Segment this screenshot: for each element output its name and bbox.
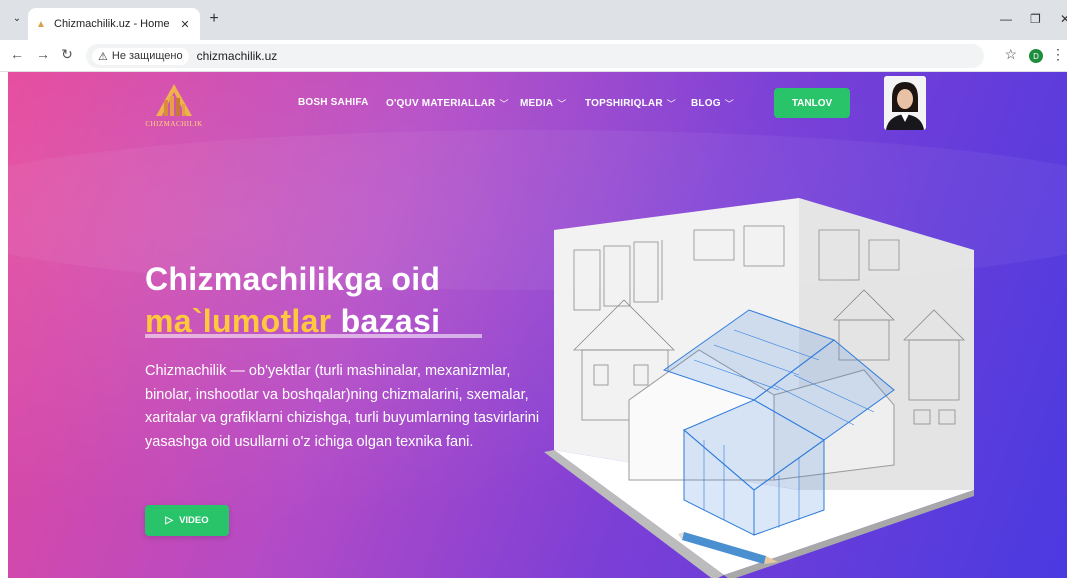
- nav-label: O'QUV MATERIALLAR: [386, 98, 496, 109]
- window-close-icon[interactable]: ✕: [1060, 12, 1067, 26]
- minimize-icon[interactable]: —: [1000, 12, 1012, 26]
- logo-icon: [156, 84, 192, 116]
- nav-label: MEDIA: [520, 98, 554, 109]
- security-chip[interactable]: ⚠ Не защищено: [92, 47, 189, 65]
- user-photo: [884, 76, 926, 130]
- address-bar[interactable]: ⚠ Не защищено chizmachilik.uz: [86, 44, 984, 68]
- browser-toolbar: ← → ↻ ⚠ Не защищено chizmachilik.uz ☆ D …: [0, 40, 1067, 72]
- restore-icon[interactable]: ❐: [1030, 12, 1041, 26]
- kebab-icon[interactable]: ⋮: [1051, 46, 1065, 63]
- site-logo[interactable]: CHIZMACHILIK: [138, 80, 210, 134]
- close-icon[interactable]: ✕: [178, 18, 192, 31]
- nav-bosh-sahifa[interactable]: BOSH SAHIFA: [298, 97, 369, 108]
- plus-icon[interactable]: +: [204, 10, 224, 28]
- play-icon: ▷: [165, 515, 174, 526]
- video-button[interactable]: ▷ VIDEO: [145, 505, 229, 536]
- url-text[interactable]: chizmachilik.uz: [197, 49, 278, 63]
- nav-label: TOPSHIRIQLAR: [585, 98, 663, 109]
- star-icon[interactable]: ☆: [1004, 46, 1017, 63]
- chevron-down-icon: ﹀: [666, 99, 676, 109]
- nav-blog[interactable]: BLOG ﹀: [691, 97, 734, 110]
- house-blueprint-illustration: [544, 198, 974, 578]
- logo-text: CHIZMACHILIK: [145, 120, 203, 128]
- forward-icon[interactable]: →: [34, 46, 52, 62]
- title-underline: [145, 334, 482, 338]
- nav-label: BLOG: [691, 98, 721, 109]
- tab-title: Chizmachilik.uz - Home: [54, 18, 170, 30]
- browser-tab-bar: ⌄ ▲ Chizmachilik.uz - Home ✕ + — ❐ ✕: [0, 0, 1067, 40]
- page-content: CHIZMACHILIK BOSH SAHIFA O'QUV MATERIALL…: [8, 72, 1067, 578]
- browser-tab[interactable]: ▲ Chizmachilik.uz - Home ✕: [28, 8, 200, 40]
- hero-description: Chizmachilik — ob'yektlar (turli mashina…: [145, 363, 540, 450]
- chevron-down-icon: ﹀: [724, 99, 734, 109]
- nav-topshiriqlar[interactable]: TOPSHIRIQLAR ﹀: [585, 97, 676, 110]
- chevron-down-icon: ﹀: [557, 99, 567, 109]
- nav-media[interactable]: MEDIA ﹀: [520, 97, 566, 110]
- avatar[interactable]: [884, 76, 926, 130]
- tab-list-icon[interactable]: ⌄: [8, 9, 26, 27]
- warning-icon: ⚠: [98, 50, 108, 63]
- favicon-icon: ▲: [36, 18, 46, 30]
- video-label: VIDEO: [179, 515, 209, 526]
- nav-oquv-materiallar[interactable]: O'QUV MATERIALLAR ﹀: [386, 97, 509, 110]
- profile-avatar[interactable]: D: [1029, 49, 1043, 63]
- reload-icon[interactable]: ↻: [58, 46, 76, 63]
- back-icon[interactable]: ←: [8, 46, 26, 62]
- tanlov-button[interactable]: TANLOV: [774, 88, 850, 118]
- hero-title: Chizmachilikga oid ma`lumotlar bazasi: [145, 258, 440, 342]
- security-label: Не защищено: [111, 50, 183, 62]
- chevron-down-icon: ﹀: [499, 99, 509, 109]
- nav-label: BOSH SAHIFA: [298, 97, 369, 108]
- hero-title-line1: Chizmachilikga oid: [145, 261, 441, 297]
